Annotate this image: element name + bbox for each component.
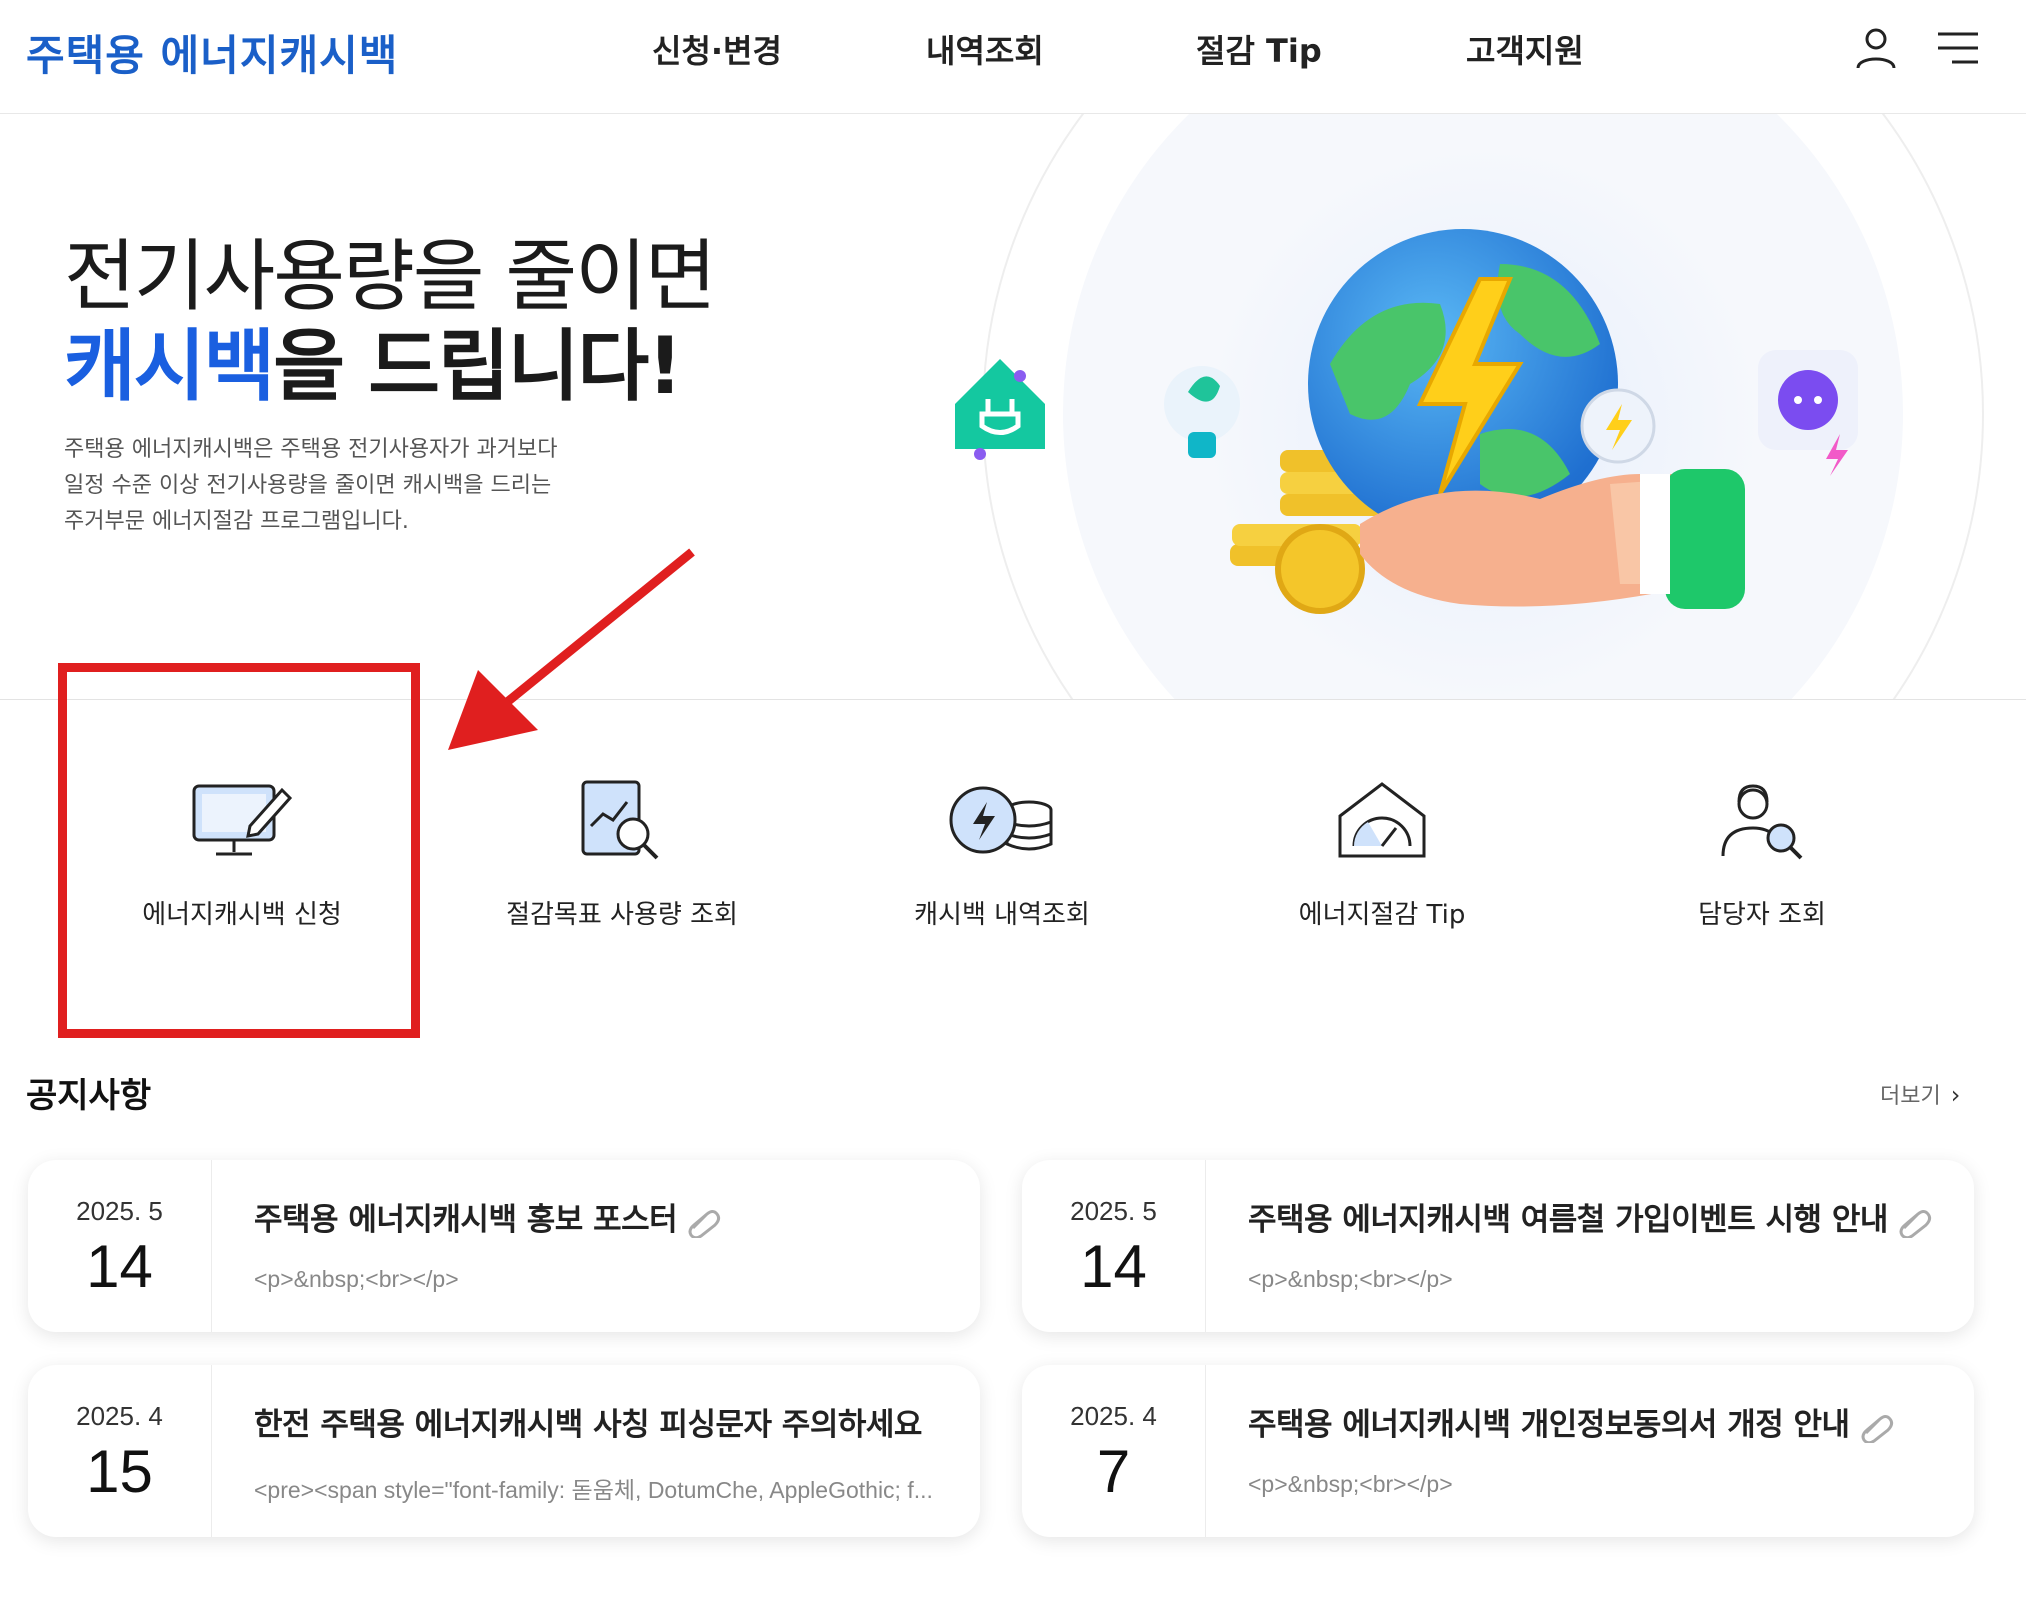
paperclip-icon bbox=[1899, 1209, 1931, 1238]
notice-headline: 주택용 에너지캐시백 개인정보동의서 개정 안내 bbox=[1248, 1399, 1894, 1444]
notice-headline: 한전 주택용 에너지캐시백 사칭 피싱문자 주의하세요 bbox=[254, 1399, 922, 1444]
notice-card[interactable]: 2025. 4 15 한전 주택용 에너지캐시백 사칭 피싱문자 주의하세요 <… bbox=[28, 1365, 980, 1537]
paperclip-icon bbox=[1861, 1414, 1893, 1443]
quick-target-usage[interactable]: 절감목표 사용량 조회 bbox=[452, 780, 792, 950]
notice-date: 2025. 5 14 bbox=[1022, 1160, 1206, 1332]
notice-headline-text: 주택용 에너지캐시백 여름철 가입이벤트 시행 안내 bbox=[1248, 1202, 1888, 1238]
house-plug-icon bbox=[955, 359, 1045, 460]
quick-label: 담당자 조회 bbox=[1698, 900, 1826, 930]
bolt-badge-icon bbox=[1580, 388, 1656, 464]
nav-apply-change[interactable]: 신청·변경 bbox=[652, 26, 782, 72]
hero-title-line2: 캐시백을 드립니다! bbox=[64, 304, 683, 416]
more-label: 더보기 bbox=[1880, 1084, 1941, 1109]
nav-support[interactable]: 고객지원 bbox=[1466, 26, 1584, 72]
hero-description: 주택용 에너지캐시백은 주택용 전기사용자가 과거보다 일정 수준 이상 전기사… bbox=[64, 432, 558, 540]
red-arrow-icon bbox=[448, 548, 695, 750]
hero-title-accent: 캐시백 bbox=[64, 322, 275, 412]
quick-cashback-history[interactable]: 캐시백 내역조회 bbox=[832, 780, 1172, 950]
notice-snippet: <p>&nbsp;<br></p> bbox=[1248, 1471, 1453, 1497]
menu-icon[interactable] bbox=[1934, 24, 1982, 72]
hero-description-line: 주택용 에너지캐시백은 주택용 전기사용자가 과거보다 bbox=[64, 437, 558, 462]
coin-bolt-icon bbox=[949, 786, 1053, 854]
notice-snippet: <p>&nbsp;<br></p> bbox=[254, 1266, 459, 1292]
notice-date: 2025. 5 14 bbox=[28, 1160, 212, 1332]
notice-snippet: <p>&nbsp;<br></p> bbox=[1248, 1266, 1453, 1292]
notice-headline: 주택용 에너지캐시백 여름철 가입이벤트 시행 안내 bbox=[1248, 1194, 1932, 1239]
notice-card[interactable]: 2025. 5 14 주택용 에너지캐시백 여름철 가입이벤트 시행 안내 <p… bbox=[1022, 1160, 1974, 1332]
person-search-icon bbox=[1721, 784, 1803, 860]
chevron-right-icon: › bbox=[1950, 1081, 1961, 1109]
quick-saving-tip[interactable]: 에너지절감 Tip bbox=[1212, 780, 1552, 950]
notice-card[interactable]: 2025. 5 14 주택용 에너지캐시백 홍보 포스터 <p>&nbsp;<b… bbox=[28, 1160, 980, 1332]
notice-headline-text: 주택용 에너지캐시백 개인정보동의서 개정 안내 bbox=[1248, 1407, 1850, 1443]
notice-section-title: 공지사항 bbox=[26, 1076, 152, 1116]
user-icon[interactable] bbox=[1852, 24, 1900, 72]
site-logo[interactable]: 주택용 에너지캐시백 bbox=[26, 22, 398, 83]
notice-day: 14 bbox=[1080, 1233, 1147, 1300]
notice-headline-text: 주택용 에너지캐시백 홍보 포스터 bbox=[254, 1202, 678, 1238]
notice-date: 2025. 4 15 bbox=[28, 1365, 212, 1537]
quick-manager-search[interactable]: 담당자 조회 bbox=[1592, 780, 1932, 950]
notice-year-month: 2025. 5 bbox=[76, 1196, 163, 1226]
highlight-box bbox=[58, 663, 420, 1038]
hero-banner: 전기사용량을 줄이면 캐시백을 드립니다! 주택용 에너지캐시백은 주택용 전기… bbox=[0, 114, 2026, 700]
notice-year-month: 2025. 4 bbox=[1070, 1401, 1157, 1431]
notice-day: 15 bbox=[86, 1438, 153, 1505]
notice-more-link[interactable]: 더보기 › bbox=[1880, 1078, 1960, 1110]
notice-snippet: <pre><span style="font-family: 돋움체, Dotu… bbox=[254, 1477, 933, 1503]
paperclip-icon bbox=[688, 1209, 721, 1238]
notice-day: 7 bbox=[1096, 1438, 1131, 1505]
hero-title-rest: 을 드립니다! bbox=[273, 322, 683, 412]
hero-description-line: 주거부문 에너지절감 프로그램입니다. bbox=[64, 509, 409, 534]
quick-label: 캐시백 내역조회 bbox=[914, 900, 1090, 930]
nav-saving-tip[interactable]: 절감 Tip bbox=[1196, 26, 1322, 72]
site-header: 주택용 에너지캐시백 신청·변경 내역조회 절감 Tip 고객지원 bbox=[0, 0, 2026, 114]
quick-label: 절감목표 사용량 조회 bbox=[506, 900, 738, 930]
hero-illustration bbox=[955, 114, 1984, 699]
notice-year-month: 2025. 5 bbox=[1070, 1196, 1157, 1226]
notice-headline: 주택용 에너지캐시백 홍보 포스터 bbox=[254, 1194, 721, 1239]
notice-year-month: 2025. 4 bbox=[76, 1401, 163, 1431]
notice-card[interactable]: 2025. 4 7 주택용 에너지캐시백 개인정보동의서 개정 안내 <p>&n… bbox=[1022, 1365, 1974, 1537]
house-gauge-icon bbox=[1338, 782, 1426, 858]
notice-day: 14 bbox=[86, 1233, 153, 1300]
notice-date: 2025. 4 7 bbox=[1022, 1365, 1206, 1537]
report-search-icon bbox=[581, 780, 659, 860]
quick-label: 에너지절감 Tip bbox=[1298, 900, 1466, 930]
hero-description-line: 일정 수준 이상 전기사용량을 줄이면 캐시백을 드리는 bbox=[64, 473, 552, 498]
notice-headline-text: 한전 주택용 에너지캐시백 사칭 피싱문자 주의하세요 bbox=[254, 1407, 922, 1443]
nav-history[interactable]: 내역조회 bbox=[926, 26, 1044, 72]
